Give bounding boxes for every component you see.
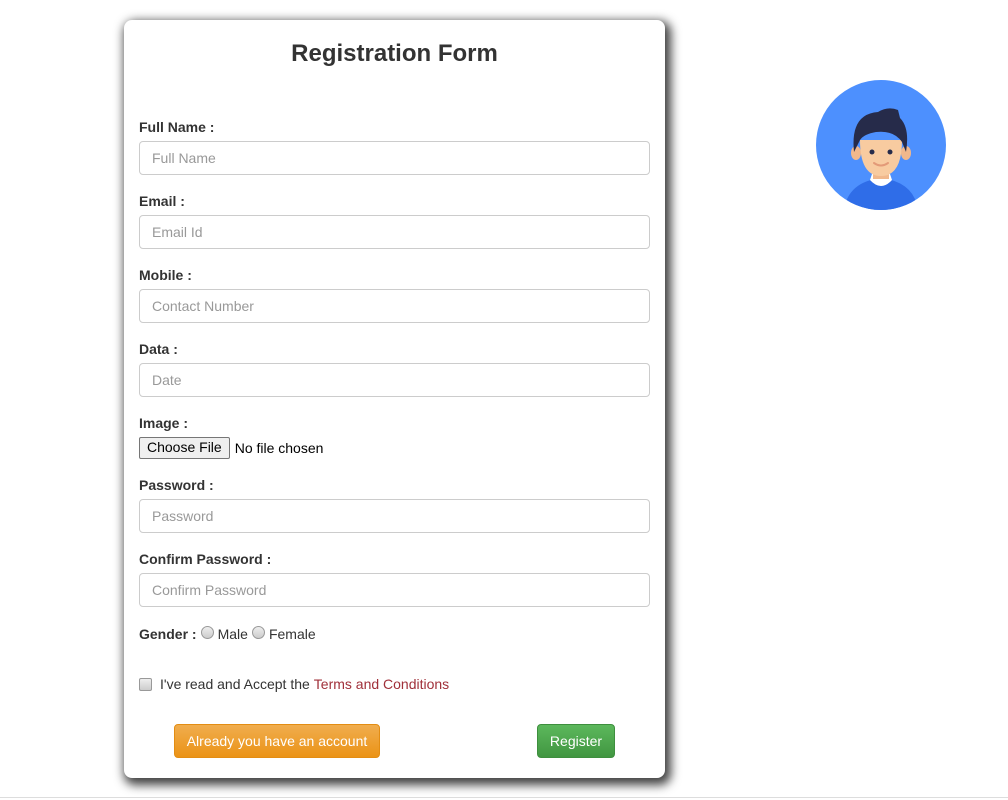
page-title: Registration Form [291,40,498,67]
image-label: Image : [139,415,189,431]
choose-file-button[interactable]: Choose File [139,437,230,459]
image-file-input[interactable]: Choose File No file chosen [139,437,323,459]
full-name-input[interactable] [139,141,650,175]
gender-group: Gender : Male Female [139,625,316,642]
confirm-password-label: Confirm Password : [139,551,272,567]
login-button[interactable]: Already you have an account [174,724,380,758]
male-label[interactable]: Male [218,626,248,642]
date-label: Data : [139,341,178,357]
terms-text: I've read and Accept the [160,676,310,692]
register-button[interactable]: Register [537,724,615,758]
email-label: Email : [139,193,185,209]
page-divider [0,797,1008,798]
registration-card: Registration Form Full Name : Email : Mo… [124,20,665,778]
password-input[interactable] [139,499,650,533]
full-name-label: Full Name : [139,119,215,135]
terms-link[interactable]: Terms and Conditions [314,676,449,692]
file-status: No file chosen [234,440,324,456]
password-label: Password : [139,477,214,493]
gender-label: Gender : [139,626,197,642]
female-radio[interactable] [251,625,265,639]
user-avatar-icon [816,80,946,210]
male-radio[interactable] [200,625,214,639]
terms-row: I've read and Accept the Terms and Condi… [139,676,449,692]
email-input[interactable] [139,215,650,249]
terms-checkbox[interactable] [139,677,152,691]
mobile-input[interactable] [139,289,650,323]
female-label[interactable]: Female [269,626,316,642]
date-input[interactable] [139,363,650,397]
mobile-label: Mobile : [139,267,192,283]
confirm-password-input[interactable] [139,573,650,607]
